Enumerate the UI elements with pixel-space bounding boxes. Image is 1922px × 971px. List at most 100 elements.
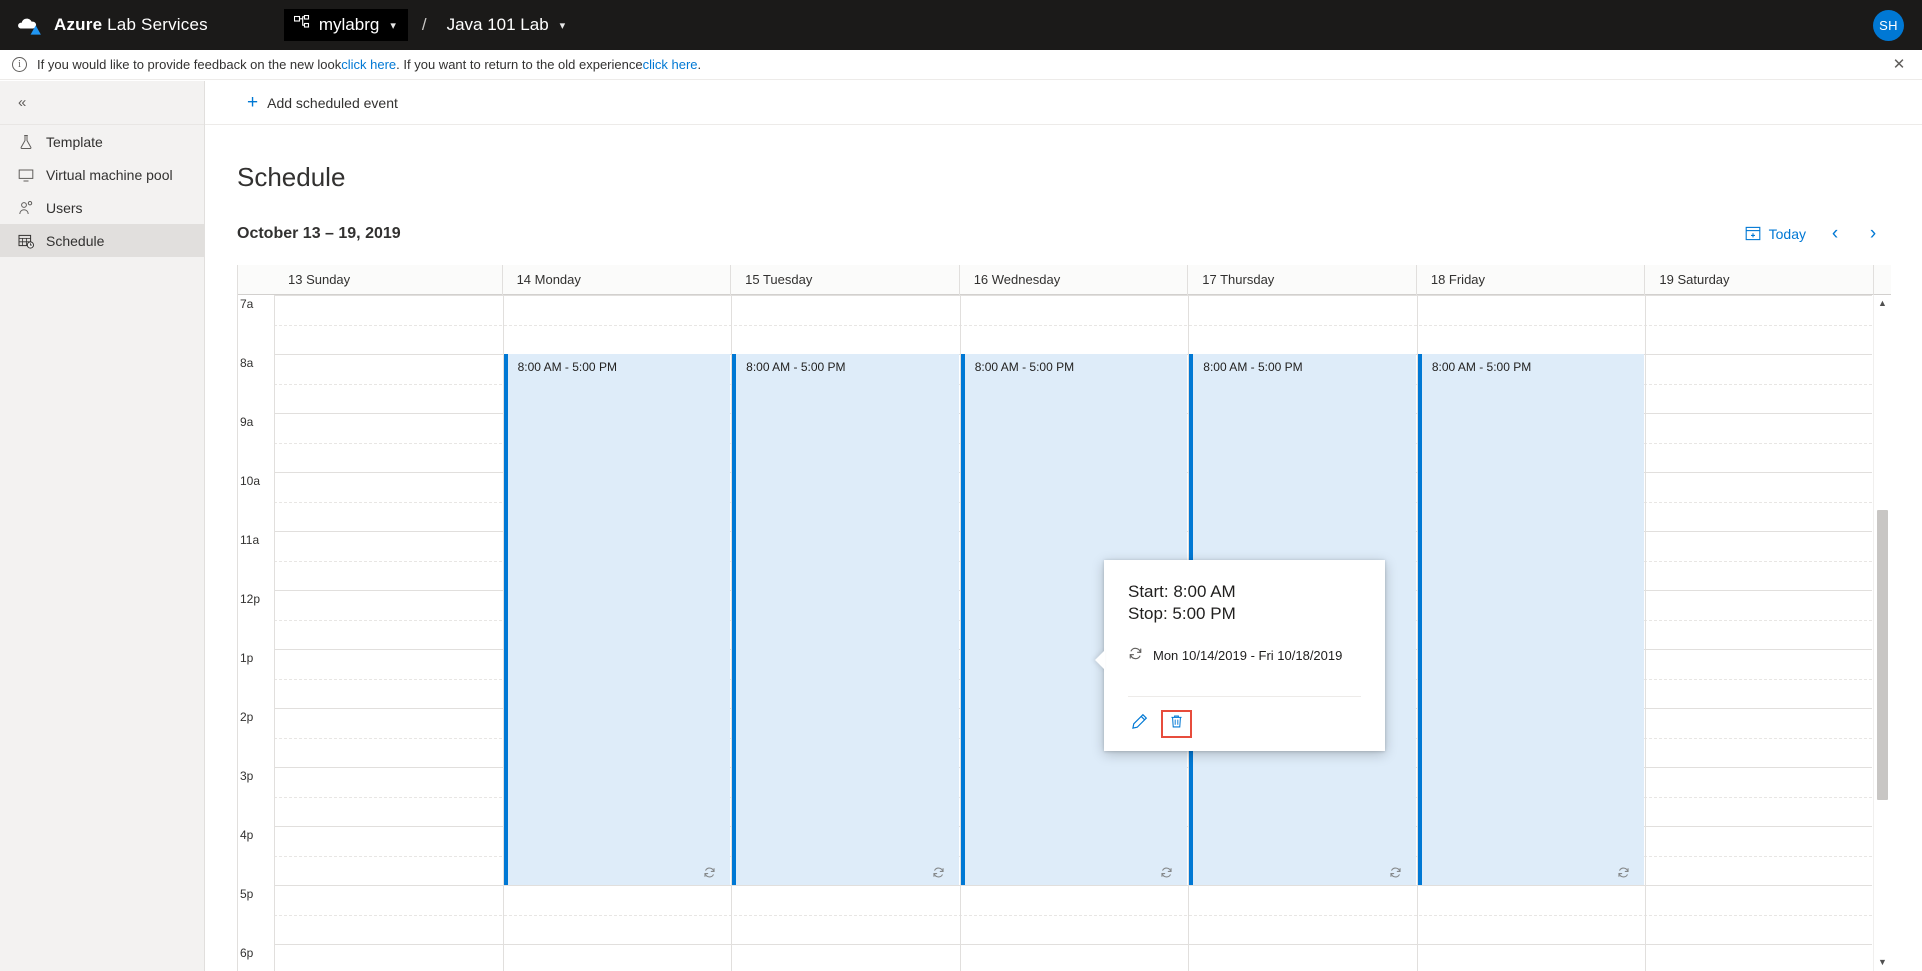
recurrence-icon bbox=[1128, 646, 1143, 664]
calendar-event-label: 8:00 AM - 5:00 PM bbox=[965, 354, 1188, 374]
callout-stop-time: Stop: 5:00 PM bbox=[1128, 602, 1385, 624]
brand-rest: Lab Services bbox=[102, 15, 208, 34]
avatar[interactable]: SH bbox=[1873, 10, 1904, 41]
time-axis-label: 3p bbox=[240, 769, 278, 783]
next-week-button[interactable]: › bbox=[1856, 219, 1890, 249]
breadcrumb-resource-group[interactable]: mylabrg ▾ bbox=[284, 9, 408, 41]
chevron-down-icon[interactable]: ▾ bbox=[560, 19, 566, 32]
sidebar-item-template[interactable]: Template bbox=[0, 125, 204, 158]
edit-event-button[interactable] bbox=[1124, 710, 1155, 738]
chevron-down-icon[interactable]: ▾ bbox=[390, 19, 396, 32]
pencil-icon bbox=[1131, 713, 1148, 735]
monitor-icon bbox=[18, 167, 34, 183]
breadcrumb-lab[interactable]: Java 101 Lab ▾ bbox=[441, 11, 572, 39]
calendar-event[interactable]: 8:00 AM - 5:00 PM bbox=[732, 354, 959, 885]
info-circle-icon: i bbox=[12, 57, 27, 72]
sidebar-item-schedule[interactable]: Schedule bbox=[0, 224, 204, 257]
today-button[interactable]: Today bbox=[1737, 220, 1814, 249]
calendar-event[interactable]: 8:00 AM - 5:00 PM bbox=[504, 354, 731, 885]
day-column-separator bbox=[1645, 295, 1646, 971]
calendar-day-headers: 13 Sunday14 Monday15 Tuesday16 Wednesday… bbox=[238, 265, 1891, 295]
sidebar-item-label: Users bbox=[46, 200, 83, 216]
avatar-initials: SH bbox=[1879, 18, 1898, 33]
add-scheduled-event-label: Add scheduled event bbox=[267, 95, 398, 111]
time-axis-label: 4p bbox=[240, 828, 278, 842]
callout-beak bbox=[1095, 650, 1105, 670]
brand-bold: Azure bbox=[54, 15, 102, 34]
event-details-callout: Start: 8:00 AM Stop: 5:00 PM Mon 10/14/2… bbox=[1104, 560, 1385, 751]
time-axis-label: 11a bbox=[240, 533, 278, 547]
calendar-event-label: 8:00 AM - 5:00 PM bbox=[508, 354, 731, 374]
hour-gridline bbox=[274, 295, 1872, 296]
double-chevron-left-icon: « bbox=[18, 94, 23, 111]
callout-recurrence: Mon 10/14/2019 - Fri 10/18/2019 bbox=[1128, 646, 1385, 664]
recurrence-icon bbox=[1389, 866, 1402, 879]
time-axis-label: 12p bbox=[240, 592, 278, 606]
calendar-day-header: 13 Sunday bbox=[274, 265, 503, 295]
sidebar-item-label: Schedule bbox=[46, 233, 104, 249]
time-axis-label: 1p bbox=[240, 651, 278, 665]
calendar-today-icon bbox=[1745, 225, 1761, 244]
chevron-left-icon: ‹ bbox=[1832, 223, 1838, 245]
callout-recurrence-text: Mon 10/14/2019 - Fri 10/18/2019 bbox=[1153, 648, 1342, 663]
delete-event-button[interactable] bbox=[1161, 710, 1192, 738]
time-axis-label: 10a bbox=[240, 474, 278, 488]
calendar-scrollbar[interactable]: ▲ ▼ bbox=[1873, 295, 1890, 971]
calendar-navigation: Today ‹ › bbox=[1737, 219, 1890, 249]
notification-bar: i If you would like to provide feedback … bbox=[0, 50, 1922, 80]
resource-group-label: mylabrg bbox=[319, 15, 379, 35]
recurrence-icon bbox=[1617, 866, 1630, 879]
sidebar-item-label: Template bbox=[46, 134, 103, 150]
calendar-event-label: 8:00 AM - 5:00 PM bbox=[1422, 354, 1645, 374]
sidebar-item-users[interactable]: Users bbox=[0, 191, 204, 224]
notification-link-1[interactable]: click here bbox=[341, 57, 396, 72]
top-navigation-bar: Azure Lab Services mylabrg ▾ / Java 101 … bbox=[0, 0, 1922, 50]
half-hour-gridline bbox=[274, 325, 1872, 326]
calendar-grid: 7a8a9a10a11a12p1p2p3p4p5p6p8:00 AM - 5:0… bbox=[238, 295, 1891, 971]
sidebar: « Template Virtual machine pool Users bbox=[0, 81, 205, 971]
notification-text-2: . If you want to return to the old exper… bbox=[396, 57, 642, 72]
chevron-right-icon: › bbox=[1870, 223, 1876, 245]
close-icon[interactable]: ✕ bbox=[1890, 56, 1908, 74]
callout-actions bbox=[1124, 710, 1192, 738]
recurrence-icon bbox=[1160, 866, 1173, 879]
breadcrumb-separator: / bbox=[422, 15, 427, 35]
calendar-day-header: 17 Thursday bbox=[1188, 265, 1417, 295]
calendar-day-header: 16 Wednesday bbox=[960, 265, 1189, 295]
calendar-clock-icon bbox=[18, 233, 34, 249]
day-column-separator bbox=[274, 295, 275, 971]
previous-week-button[interactable]: ‹ bbox=[1818, 219, 1852, 249]
schedule-page: Schedule October 13 – 19, 2019 Today ‹ ›… bbox=[205, 125, 1922, 971]
calendar-day-header: 15 Tuesday bbox=[731, 265, 960, 295]
resource-group-icon bbox=[294, 15, 311, 35]
sidebar-item-virtual-machine-pool[interactable]: Virtual machine pool bbox=[0, 158, 204, 191]
calendar-event[interactable]: 8:00 AM - 5:00 PM bbox=[1418, 354, 1645, 885]
scrollbar-thumb[interactable] bbox=[1877, 510, 1888, 800]
calendar-body[interactable]: 7a8a9a10a11a12p1p2p3p4p5p6p8:00 AM - 5:0… bbox=[238, 295, 1891, 971]
sidebar-collapse-button[interactable]: « bbox=[0, 81, 204, 125]
time-axis-label: 8a bbox=[240, 356, 278, 370]
command-bar: + Add scheduled event bbox=[205, 81, 1922, 125]
scroll-up-arrow[interactable]: ▲ bbox=[1874, 295, 1891, 312]
notification-link-2[interactable]: click here bbox=[643, 57, 698, 72]
hour-gridline bbox=[274, 944, 1872, 945]
recurrence-icon bbox=[932, 866, 945, 879]
calendar-event-label: 8:00 AM - 5:00 PM bbox=[1193, 354, 1416, 374]
add-scheduled-event-button[interactable]: + Add scheduled event bbox=[241, 91, 404, 115]
brand[interactable]: Azure Lab Services bbox=[18, 15, 208, 35]
time-axis-label: 9a bbox=[240, 415, 278, 429]
time-axis-label: 2p bbox=[240, 710, 278, 724]
notification-text-3: . bbox=[698, 57, 702, 72]
page-title: Schedule bbox=[237, 162, 345, 193]
calendar-day-header: 18 Friday bbox=[1417, 265, 1646, 295]
recurrence-icon bbox=[703, 866, 716, 879]
time-axis-label: 7a bbox=[240, 297, 278, 311]
azure-cloud-logo-icon bbox=[18, 15, 44, 35]
callout-start-time: Start: 8:00 AM bbox=[1128, 560, 1385, 602]
calendar-event-label: 8:00 AM - 5:00 PM bbox=[736, 354, 959, 374]
scroll-down-arrow[interactable]: ▼ bbox=[1874, 954, 1891, 971]
brand-label: Azure Lab Services bbox=[54, 15, 208, 35]
notification-text-1: If you would like to provide feedback on… bbox=[37, 57, 341, 72]
week-calendar: 13 Sunday14 Monday15 Tuesday16 Wednesday… bbox=[237, 265, 1890, 971]
calendar-day-header: 19 Saturday bbox=[1645, 265, 1874, 295]
